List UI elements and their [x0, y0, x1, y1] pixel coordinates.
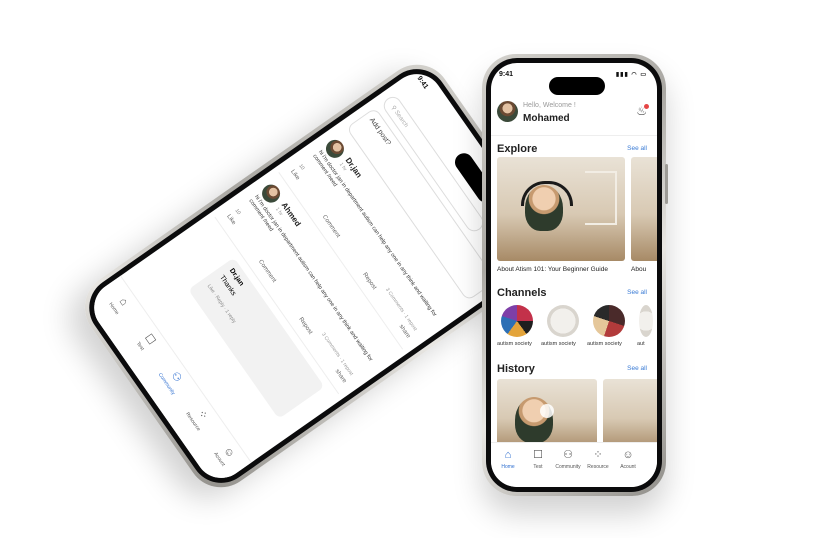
account-icon: ☺: [622, 449, 634, 461]
side-button: [665, 164, 668, 204]
channel-avatar[interactable]: [593, 305, 625, 337]
history-see-all-link[interactable]: See all: [627, 365, 647, 372]
notification-dot: [644, 104, 649, 109]
channel-label[interactable]: autism society: [541, 341, 576, 347]
nav-account[interactable]: ☺ Acount: [613, 448, 643, 470]
explore-see-all-link[interactable]: See all: [627, 145, 647, 152]
comment-button[interactable]: Comment: [321, 214, 341, 239]
nav-account[interactable]: ☺ Acount: [208, 436, 243, 473]
user-name: Mohamed: [523, 113, 570, 124]
channel-label[interactable]: autism society: [497, 341, 532, 347]
avatar[interactable]: [497, 101, 518, 122]
nav-label: Home: [501, 464, 515, 470]
comment-button[interactable]: Comment: [257, 259, 277, 284]
headphones-decoration: [521, 181, 573, 206]
nav-home[interactable]: ⌂ Home: [493, 448, 523, 470]
explore-item-caption[interactable]: About Atism 101: Your Beginner Guide: [497, 266, 608, 273]
test-icon: ☐: [533, 449, 543, 461]
explore-video-thumbnail[interactable]: [497, 157, 625, 261]
nav-community[interactable]: ⚇ Community: [553, 448, 583, 470]
history-video-thumbnail[interactable]: [603, 379, 657, 451]
channels-see-all-link[interactable]: See all: [627, 289, 647, 296]
nav-home[interactable]: ⌂ Home: [103, 286, 138, 323]
channel-avatar[interactable]: [501, 305, 533, 337]
like-button[interactable]: Like: [289, 169, 300, 181]
explore-title: Explore: [497, 143, 538, 155]
nav-label: Acount: [620, 464, 636, 470]
channel-label[interactable]: aut: [637, 341, 645, 347]
greeting-text: Hello, Welcome !: [523, 102, 576, 109]
history-video-thumbnail[interactable]: [497, 379, 597, 451]
dynamic-island: [549, 77, 605, 95]
nav-resource[interactable]: ⁘ Resource: [182, 399, 217, 436]
community-icon: ⚇: [563, 449, 573, 461]
channels-title: Channels: [497, 287, 547, 299]
like-button[interactable]: Like: [225, 214, 236, 226]
explore-video-thumbnail[interactable]: [631, 157, 657, 261]
resource-icon: ⁘: [593, 449, 603, 461]
home-icon: ⌂: [504, 449, 512, 461]
channel-avatar[interactable]: [547, 305, 579, 337]
repost-button[interactable]: Repost: [297, 317, 313, 336]
nav-test[interactable]: ☐ Test: [129, 323, 164, 360]
reaction-count[interactable]: 10: [233, 208, 241, 216]
explore-item-caption[interactable]: Abou: [631, 266, 646, 273]
channel-avatar[interactable]: [639, 305, 653, 337]
nav-label: Resource: [587, 464, 609, 470]
add-post-placeholder: Add post?: [367, 116, 392, 147]
nav-community[interactable]: ⚇ Community: [155, 361, 190, 398]
nav-label: Test: [533, 464, 543, 470]
nav-test[interactable]: ☐ Test: [523, 448, 553, 470]
channel-label[interactable]: autism society: [587, 341, 622, 347]
shelf-decoration: [585, 171, 617, 225]
status-icons: ▮▮▮ ◠ ▭: [615, 72, 647, 78]
history-title: History: [497, 363, 535, 375]
nav-resource[interactable]: ⁘ Resource: [583, 448, 613, 470]
notification-bell-icon[interactable]: ♨: [636, 104, 649, 118]
nav-label: Community: [555, 464, 581, 470]
status-time: 9:41: [499, 71, 514, 78]
search-placeholder: Search: [392, 109, 409, 129]
phone-mockup-home: 9:41 ▮▮▮ ◠ ▭ Hello, Welcome ! Mohamed ♨ …: [482, 54, 668, 496]
status-time: 9:41: [415, 75, 430, 91]
home-header: Hello, Welcome ! Mohamed ♨: [491, 95, 657, 136]
home-screen: 9:41 ▮▮▮ ◠ ▭ Hello, Welcome ! Mohamed ♨ …: [491, 63, 657, 487]
bottom-nav: ⌂ Home ☐ Test ⚇ Community ⁘ Resource ☺ Acount: [491, 442, 657, 487]
repost-button[interactable]: Repost: [361, 272, 377, 291]
reaction-count[interactable]: 10: [297, 163, 305, 171]
